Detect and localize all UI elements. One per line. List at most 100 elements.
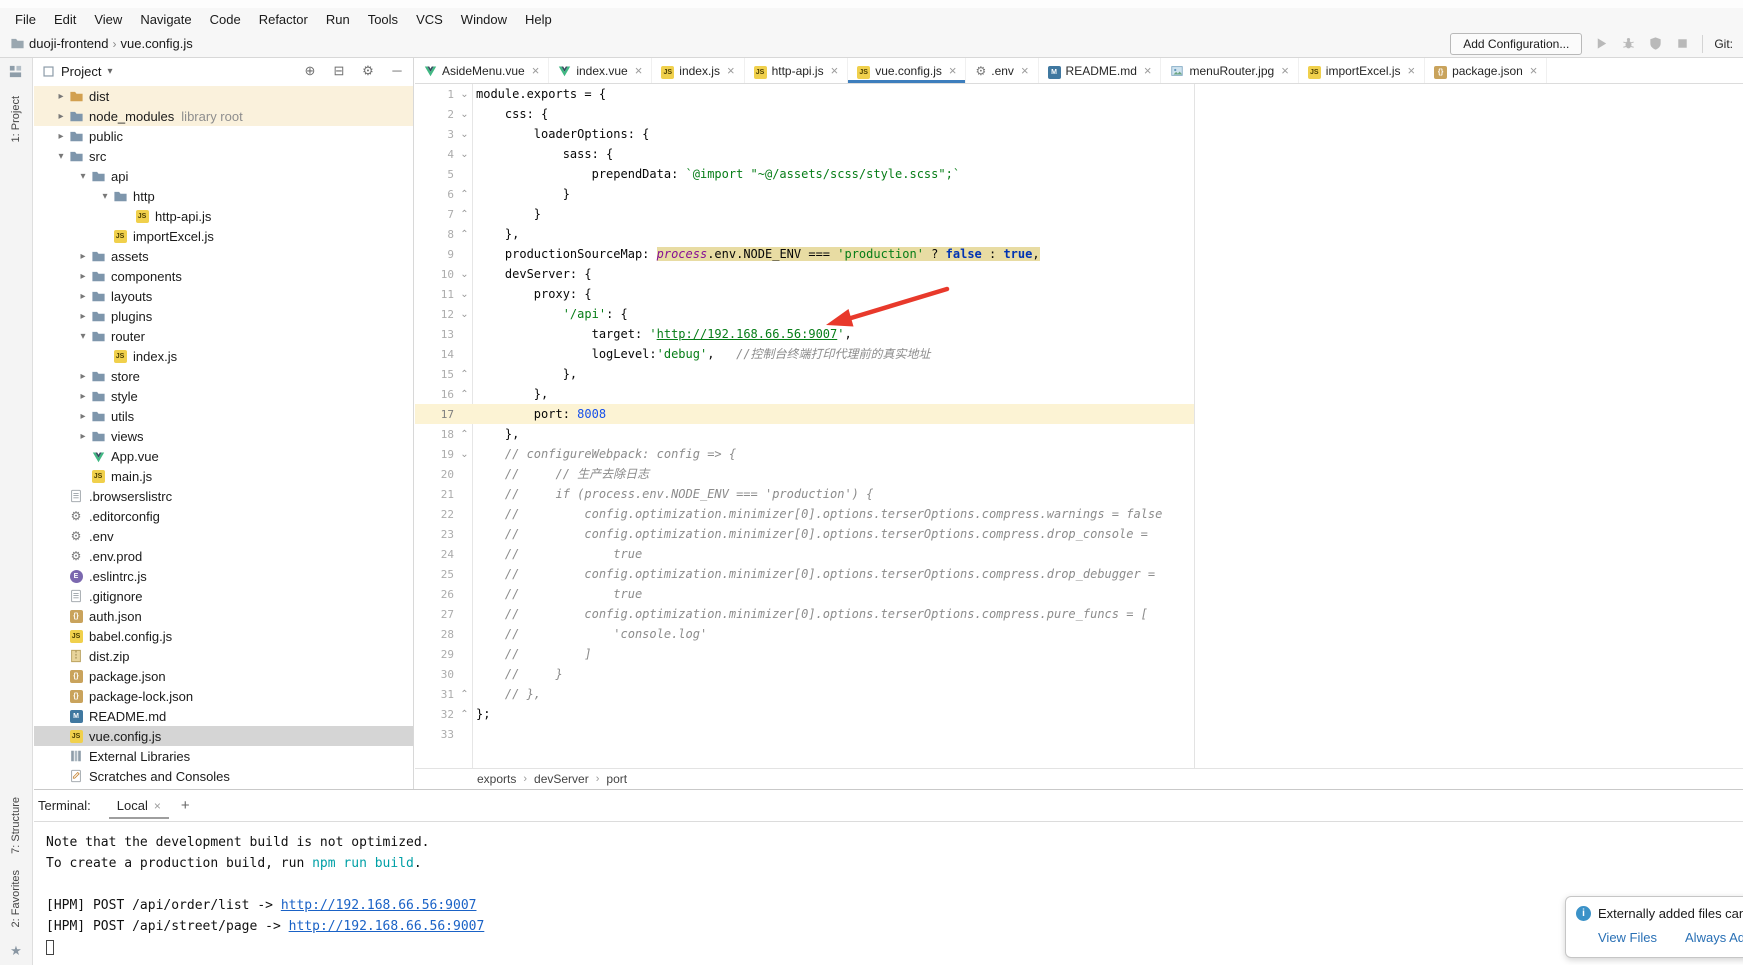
chevron-right-icon[interactable]: ▸ [76,431,90,442]
tree-item-importExcel.js[interactable]: JSimportExcel.js [34,226,413,246]
chevron-right-icon[interactable]: ▸ [76,251,90,262]
fold-collapse-icon[interactable]: ⌄ [457,309,472,320]
hide-icon[interactable]: ─ [389,63,405,79]
fold-collapse-icon[interactable]: ⌄ [457,129,472,140]
terminal-output[interactable]: Note that the development build is not o… [34,822,1743,958]
stripe-project-label[interactable]: 1: Project [10,96,22,142]
chevron-right-icon[interactable]: ▸ [54,111,68,122]
tree-item-README.md[interactable]: MREADME.md [34,706,413,726]
chevron-right-icon[interactable]: ▸ [54,91,68,102]
menu-item-edit[interactable]: Edit [45,10,85,29]
close-icon[interactable]: × [532,63,540,78]
tree-item-store[interactable]: ▸store [34,366,413,386]
menu-item-navigate[interactable]: Navigate [131,10,200,29]
editor-tab-README.md[interactable]: MREADME.md× [1039,58,1162,83]
close-icon[interactable]: × [727,63,735,78]
terminal-tab-local[interactable]: Local × [109,792,169,819]
chevron-right-icon[interactable]: ▸ [76,291,90,302]
editor-tab-index.js[interactable]: JSindex.js× [652,58,744,83]
collapse-icon[interactable]: ⊟ [331,63,347,79]
close-icon[interactable]: × [1407,63,1415,78]
chevron-right-icon[interactable]: ▸ [76,371,90,382]
editor-tab-vue.config.js[interactable]: JSvue.config.js× [848,58,966,83]
close-icon[interactable]: × [635,63,643,78]
editor-tab-importExcel.js[interactable]: JSimportExcel.js× [1299,58,1425,83]
tree-item-index.js[interactable]: JSindex.js [34,346,413,366]
debug-icon[interactable] [1620,35,1637,52]
close-icon[interactable]: × [1144,63,1152,78]
locate-icon[interactable]: ⊕ [302,63,318,79]
tree-item-router[interactable]: ▾router [34,326,413,346]
tree-item-layouts[interactable]: ▸layouts [34,286,413,306]
editor-tab-AsideMenu.vue[interactable]: AsideMenu.vue× [415,58,549,83]
menu-item-code[interactable]: Code [201,10,250,29]
tree-item-package-lock.json[interactable]: {}package-lock.json [34,686,413,706]
tree-item-public[interactable]: ▸public [34,126,413,146]
close-icon[interactable]: × [831,63,839,78]
tree-item-.eslintrc.js[interactable]: E.eslintrc.js [34,566,413,586]
always-add-link[interactable]: Always Add [1685,930,1743,945]
tree-item-.browserslistrc[interactable]: .browserslistrc [34,486,413,506]
editor-tab-.env[interactable]: ⚙.env× [966,58,1038,83]
fold-end-icon[interactable]: ⌃ [457,689,472,700]
breadcrumb-port[interactable]: port [606,772,627,786]
tree-item-assets[interactable]: ▸assets [34,246,413,266]
close-icon[interactable]: × [949,63,957,78]
fold-end-icon[interactable]: ⌃ [457,429,472,440]
git-branch-label[interactable]: Git: [1714,37,1733,51]
breadcrumb-exports[interactable]: exports [477,772,516,786]
star-icon[interactable]: ★ [10,943,22,959]
tree-item-views[interactable]: ▸views [34,426,413,446]
tree-item-dist[interactable]: ▸dist [34,86,413,106]
stop-icon[interactable] [1674,35,1691,52]
editor-tab-package.json[interactable]: {}package.json× [1425,58,1547,83]
stripe-label-structure[interactable]: 7: Structure [10,797,22,854]
add-configuration-button[interactable]: Add Configuration... [1450,33,1582,55]
fold-end-icon[interactable]: ⌃ [457,369,472,380]
tree-item-.env[interactable]: ⚙.env [34,526,413,546]
tree-item-node_modules[interactable]: ▸node_moduleslibrary root [34,106,413,126]
tree-item-utils[interactable]: ▸utils [34,406,413,426]
panel-title[interactable]: Project [61,64,101,79]
menu-item-tools[interactable]: Tools [359,10,407,29]
tree-item-auth.json[interactable]: {}auth.json [34,606,413,626]
menu-item-help[interactable]: Help [516,10,561,29]
menu-item-file[interactable]: File [6,10,45,29]
tree-item-components[interactable]: ▸components [34,266,413,286]
fold-collapse-icon[interactable]: ⌄ [457,449,472,460]
fold-collapse-icon[interactable]: ⌄ [457,109,472,120]
tree-item-http[interactable]: ▾http [34,186,413,206]
tree-item-.env.prod[interactable]: ⚙.env.prod [34,546,413,566]
menu-item-view[interactable]: View [85,10,131,29]
fold-end-icon[interactable]: ⌃ [457,389,472,400]
view-files-link[interactable]: View Files [1598,930,1657,945]
menu-item-window[interactable]: Window [452,10,516,29]
coverage-icon[interactable] [1647,35,1664,52]
tree-item-vue.config.js[interactable]: JSvue.config.js [34,726,413,746]
chevron-right-icon[interactable]: ▸ [76,411,90,422]
terminal-link[interactable]: http://192.168.66.56:9007 [281,898,477,913]
breadcrumb-devServer[interactable]: devServer [534,772,589,786]
editor-tab-http-api.js[interactable]: JShttp-api.js× [745,58,849,83]
fold-end-icon[interactable]: ⌃ [457,189,472,200]
fold-collapse-icon[interactable]: ⌄ [457,149,472,160]
tree-item-api[interactable]: ▾api [34,166,413,186]
chevron-down-icon[interactable]: ▾ [76,331,90,342]
new-terminal-button[interactable]: + [181,797,190,814]
chevron-right-icon[interactable]: ▸ [76,271,90,282]
tree-item-style[interactable]: ▸style [34,386,413,406]
chevron-down-icon[interactable]: ▾ [107,66,112,77]
chevron-down-icon[interactable]: ▾ [54,151,68,162]
tree-item-main.js[interactable]: JSmain.js [34,466,413,486]
fold-collapse-icon[interactable]: ⌄ [457,289,472,300]
tree-item-http-api.js[interactable]: JShttp-api.js [34,206,413,226]
tree-item-.editorconfig[interactable]: ⚙.editorconfig [34,506,413,526]
breadcrumb-file[interactable]: vue.config.js [121,36,193,51]
close-icon[interactable]: × [154,799,161,813]
close-icon[interactable]: × [1530,63,1538,78]
fold-collapse-icon[interactable]: ⌄ [457,89,472,100]
fold-collapse-icon[interactable]: ⌄ [457,269,472,280]
chevron-down-icon[interactable]: ▾ [98,191,112,202]
tree-item-package.json[interactable]: {}package.json [34,666,413,686]
tree-item-Scratches-and-Consoles[interactable]: Scratches and Consoles [34,766,413,786]
